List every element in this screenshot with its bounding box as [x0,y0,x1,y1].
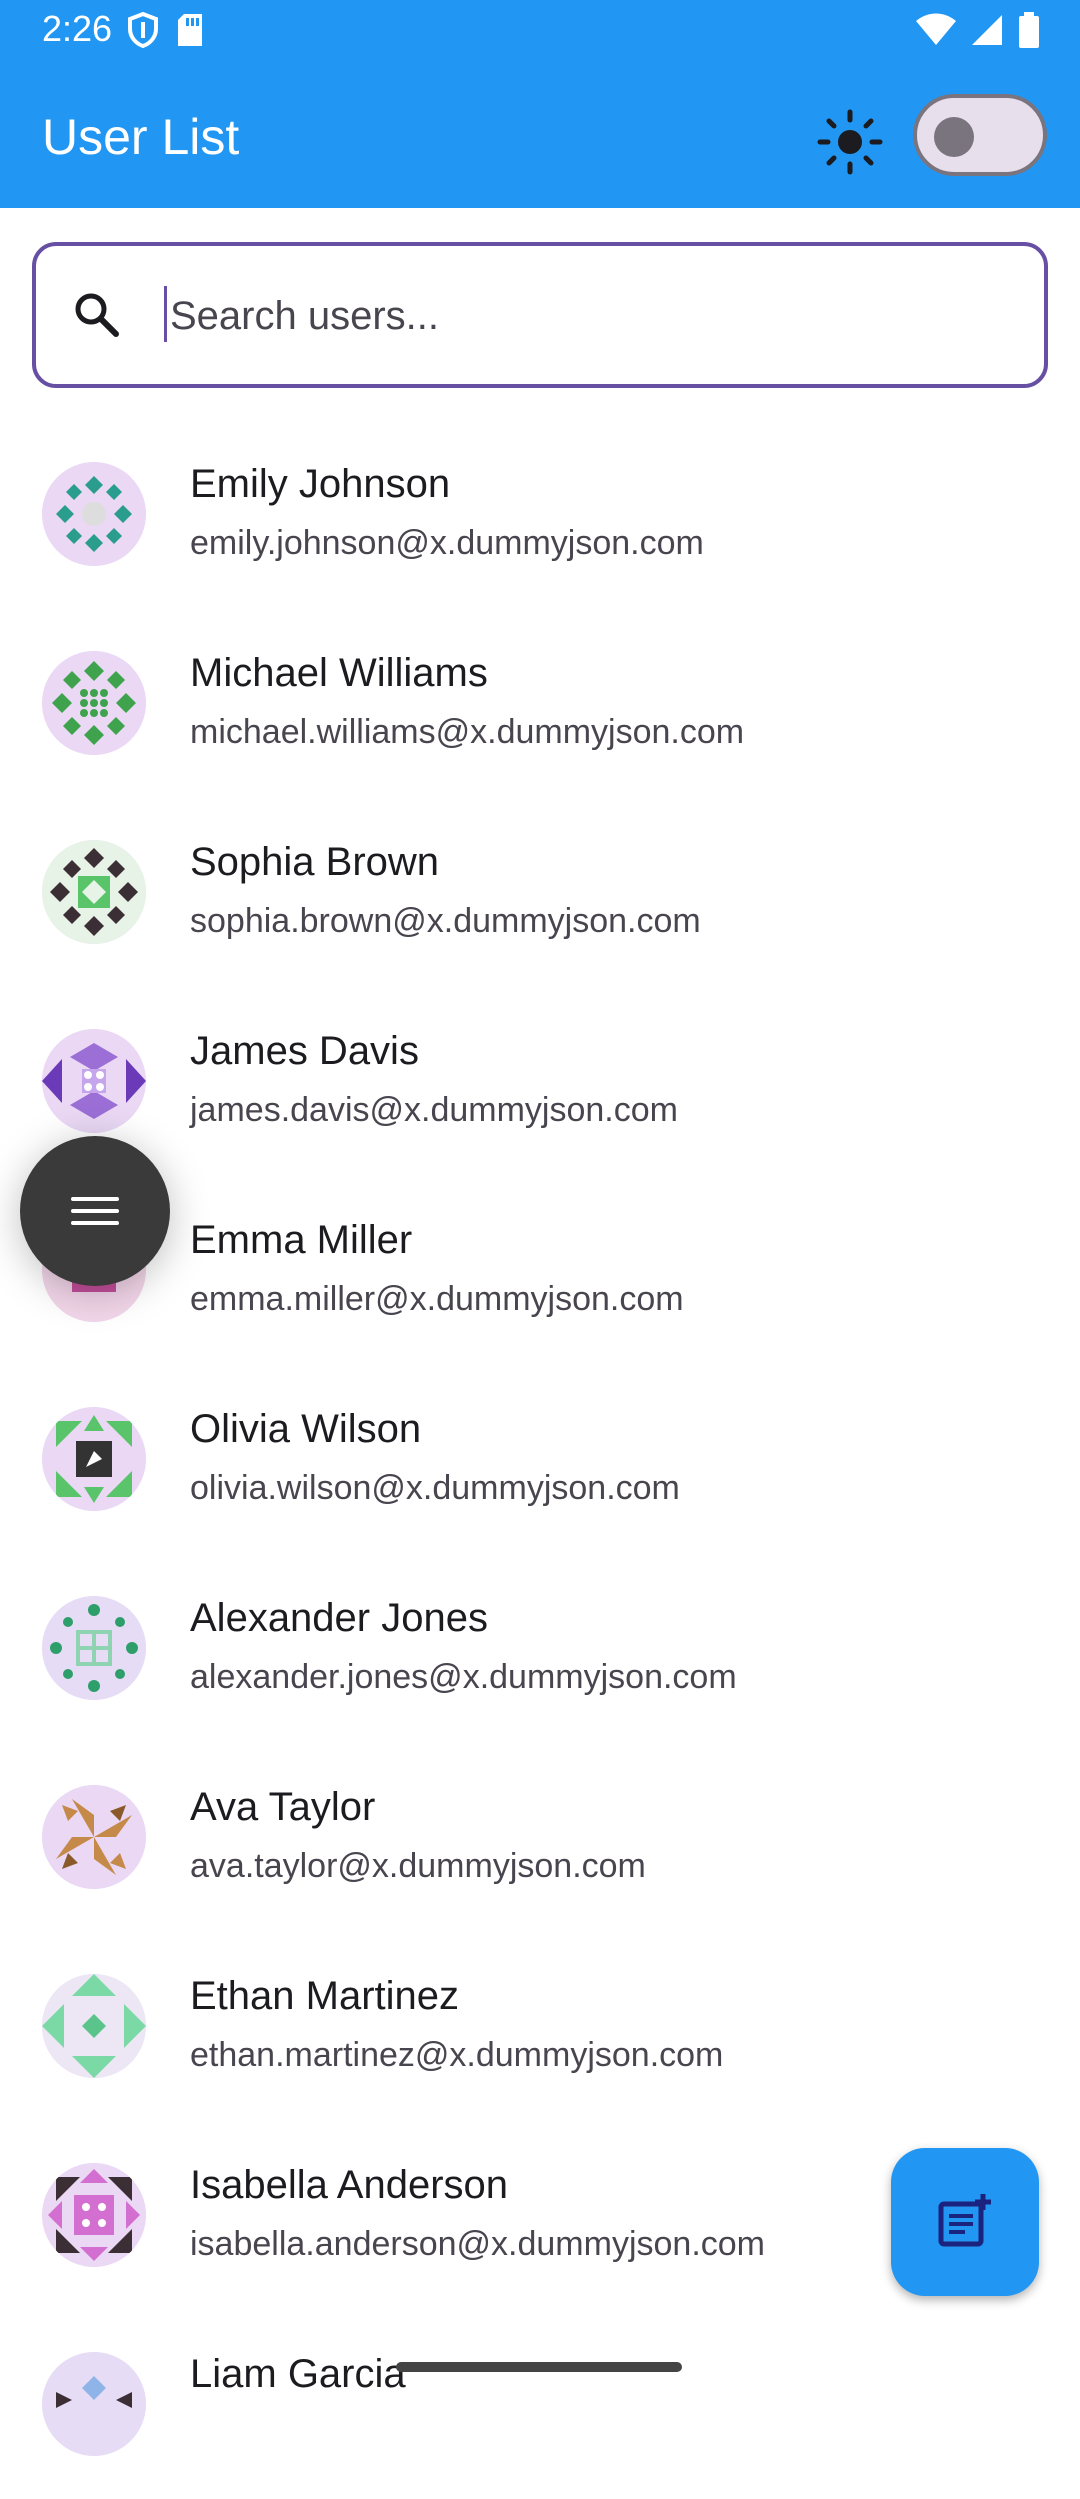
user-email: sophia.brown@x.dummyjson.com [190,902,701,940]
user-name: Liam Garcia [190,2352,406,2396]
note-add-icon [938,2194,991,2247]
user-email: michael.williams@x.dummyjson.com [190,713,745,751]
user-email: olivia.wilson@x.dummyjson.com [190,1469,680,1507]
list-item[interactable]: Liam Garcia [0,2310,1080,2499]
user-email: emily.johnson@x.dummyjson.com [190,524,704,562]
user-name: Sophia Brown [190,840,440,884]
list-item[interactable]: Emily Johnson emily.johnson@x.dummyjson.… [0,420,1080,609]
list-item[interactable]: Alexander Jones alexander.jones@x.dummyj… [0,1554,1080,1743]
user-name: Ava Taylor [190,1785,376,1829]
user-email: isabella.anderson@x.dummyjson.com [190,2225,765,2263]
app-bar: 2:26 User List [0,0,1080,208]
status-left-icons [128,12,204,48]
avatar [42,1974,146,2078]
user-name: Michael Williams [190,651,488,695]
avatar [42,840,146,944]
text-caret [164,286,167,342]
status-right-icons [916,12,1040,48]
list-item[interactable]: Olivia Wilson olivia.wilson@x.dummyjson.… [0,1365,1080,1554]
search-field[interactable] [32,242,1048,388]
avatar [42,1785,146,1889]
status-bar: 2:26 [0,0,1080,62]
list-item[interactable]: Ethan Martinez ethan.martinez@x.dummyjso… [0,1932,1080,2121]
avatar [42,2163,146,2267]
status-time: 2:26 [42,8,113,49]
list-item[interactable]: Ava Taylor ava.taylor@x.dummyjson.com [0,1743,1080,1932]
user-email: ava.taylor@x.dummyjson.com [190,1847,646,1885]
wifi-icon [916,13,956,45]
user-email: alexander.jones@x.dummyjson.com [190,1658,737,1696]
menu-icon [71,1197,119,1225]
switch-thumb [934,117,974,157]
user-name: Olivia Wilson [190,1407,422,1451]
sun-icon[interactable] [814,106,886,178]
list-item[interactable]: Sophia Brown sophia.brown@x.dummyjson.co… [0,798,1080,987]
search-icon [75,293,119,337]
home-indicator[interactable] [396,2362,682,2372]
list-item[interactable]: James Davis james.davis@x.dummyjson.com [0,987,1080,1176]
user-name: Emily Johnson [190,462,451,506]
menu-button[interactable] [20,1136,170,1286]
avatar [42,462,146,566]
user-name: Alexander Jones [190,1596,488,1640]
user-name: Ethan Martinez [190,1974,460,2018]
search-input[interactable] [168,270,1012,362]
list-item[interactable]: Michael Williams michael.williams@x.dumm… [0,609,1080,798]
avatar [42,651,146,755]
avatar [42,1029,146,1133]
avatar [42,2352,146,2456]
shield-icon [128,12,158,48]
user-email: ethan.martinez@x.dummyjson.com [190,2036,724,2074]
user-email: james.davis@x.dummyjson.com [190,1091,678,1129]
sd-card-icon [178,14,202,46]
user-name: Emma Miller [190,1218,413,1262]
user-email: emma.miller@x.dummyjson.com [190,1280,684,1318]
signal-icon [972,15,1002,45]
add-note-button[interactable] [891,2148,1039,2296]
dark-mode-switch[interactable] [913,94,1047,176]
battery-icon [1019,12,1039,48]
avatar [42,1407,146,1511]
avatar [42,1596,146,1700]
user-name: James Davis [190,1029,419,1073]
user-name: Isabella Anderson [190,2163,509,2207]
page-title: User List [42,109,240,165]
